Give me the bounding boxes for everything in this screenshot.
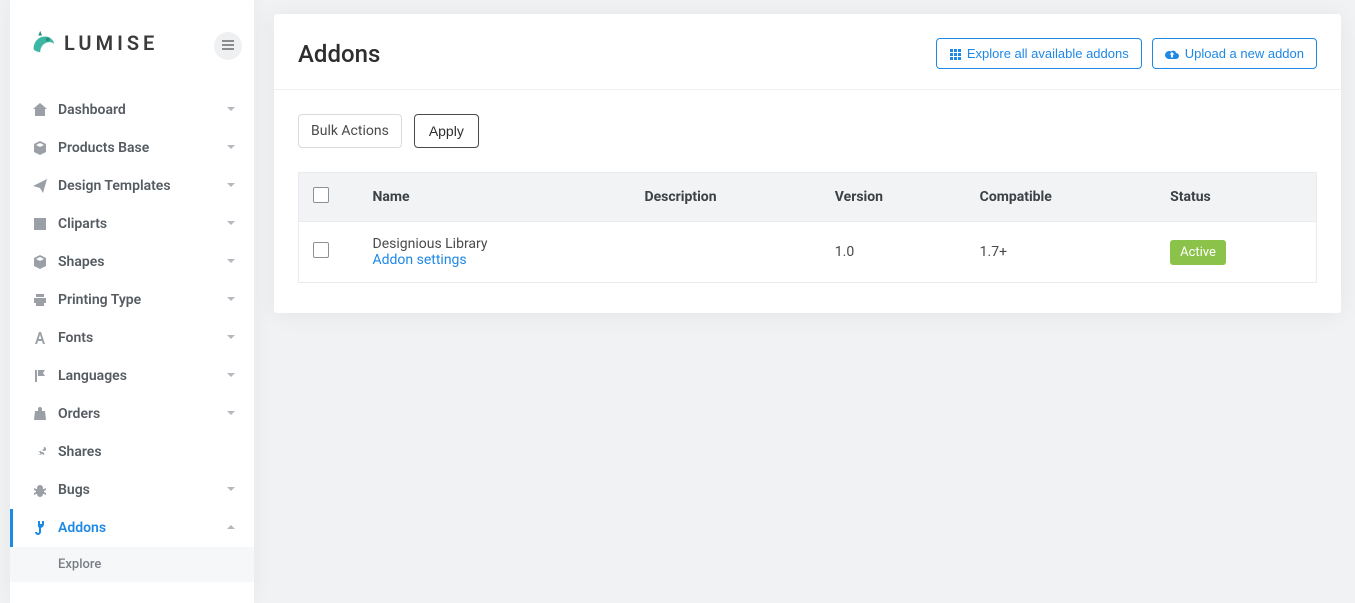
- chevron-down-icon: [226, 254, 236, 270]
- cell-description: [631, 222, 821, 283]
- addons-table: Name Description Version Compatible Stat…: [298, 172, 1317, 283]
- logo-text: LUMISE: [64, 31, 158, 55]
- explore-addons-button[interactable]: Explore all available addons: [936, 38, 1142, 69]
- bug-icon: [32, 482, 58, 498]
- sidebar-item-label: Shares: [58, 444, 236, 460]
- sidebar-item-cliparts[interactable]: Cliparts: [10, 205, 254, 243]
- addon-settings-link[interactable]: Addon settings: [373, 252, 617, 268]
- sidebar-item-products-base[interactable]: Products Base: [10, 129, 254, 167]
- select-all-checkbox[interactable]: [313, 187, 329, 203]
- paper-plane-icon: [32, 178, 58, 194]
- bag-icon: [32, 406, 58, 422]
- sidebar-subitem-explore[interactable]: Explore: [10, 547, 254, 582]
- sidebar-item-label: Cliparts: [58, 216, 226, 232]
- font-icon: [32, 330, 58, 346]
- bulk-actions-select[interactable]: Bulk Actions: [298, 114, 402, 148]
- sidebar-nav: Dashboard Products Base Design Templates…: [10, 85, 254, 582]
- select-label: Bulk Actions: [311, 123, 389, 139]
- menu-icon: [222, 38, 234, 54]
- chevron-down-icon: [226, 482, 236, 498]
- sidebar-item-label: Shapes: [58, 254, 226, 270]
- cell-compatible: 1.7+: [966, 222, 1156, 283]
- sidebar-item-orders[interactable]: Orders: [10, 395, 254, 433]
- chevron-down-icon: [226, 140, 236, 156]
- main-panel: Addons Explore all available addons Uplo…: [274, 14, 1341, 313]
- image-icon: [32, 216, 58, 232]
- upload-addon-button[interactable]: Upload a new addon: [1152, 38, 1317, 69]
- button-label: Upload a new addon: [1185, 46, 1304, 61]
- sidebar-subitem-label: Explore: [58, 557, 101, 572]
- bulk-toolbar: Bulk Actions Apply: [274, 90, 1341, 172]
- sidebar-item-languages[interactable]: Languages: [10, 357, 254, 395]
- sidebar-header: LUMISE: [10, 0, 254, 85]
- table-header-row: Name Description Version Compatible Stat…: [299, 173, 1317, 222]
- home-icon: [32, 102, 58, 118]
- chevron-down-icon: [226, 330, 236, 346]
- page-header: Addons Explore all available addons Uplo…: [274, 14, 1341, 90]
- cell-version: 1.0: [821, 222, 966, 283]
- chevron-down-icon: [226, 102, 236, 118]
- sidebar-item-label: Design Templates: [58, 178, 226, 194]
- sidebar-item-label: Dashboard: [58, 102, 226, 118]
- chevron-down-icon: [226, 292, 236, 308]
- sidebar-item-design-templates[interactable]: Design Templates: [10, 167, 254, 205]
- flag-icon: [32, 368, 58, 384]
- chevron-down-icon: [226, 406, 236, 422]
- addon-name: Designious Library: [373, 236, 617, 252]
- printer-icon: [32, 292, 58, 308]
- chevron-up-icon: [226, 520, 236, 536]
- status-badge: Active: [1170, 240, 1226, 265]
- row-checkbox-cell: [299, 222, 359, 283]
- cloud-upload-icon: [1165, 48, 1179, 60]
- header-status: Status: [1156, 173, 1316, 222]
- logo-icon: [28, 28, 58, 58]
- header-actions: Explore all available addons Upload a ne…: [936, 38, 1317, 69]
- sidebar-item-dashboard[interactable]: Dashboard: [10, 91, 254, 129]
- page-title: Addons: [298, 40, 936, 68]
- cube-icon: [32, 140, 58, 156]
- sidebar-item-label: Fonts: [58, 330, 226, 346]
- logo[interactable]: LUMISE: [28, 28, 158, 58]
- cell-name: Designious Library Addon settings: [359, 222, 631, 283]
- button-label: Explore all available addons: [967, 46, 1129, 61]
- apply-button[interactable]: Apply: [414, 114, 479, 148]
- header-checkbox-cell: [299, 173, 359, 222]
- sidebar: LUMISE Dashboard Products Base Design Te…: [10, 0, 254, 603]
- sidebar-item-fonts[interactable]: Fonts: [10, 319, 254, 357]
- sidebar-item-shares[interactable]: Shares: [10, 433, 254, 471]
- header-version: Version: [821, 173, 966, 222]
- chevron-down-icon: [226, 178, 236, 194]
- chevron-down-icon: [226, 216, 236, 232]
- sidebar-item-label: Languages: [58, 368, 226, 384]
- header-name: Name: [359, 173, 631, 222]
- sidebar-item-shapes[interactable]: Shapes: [10, 243, 254, 281]
- row-checkbox[interactable]: [313, 242, 329, 258]
- sidebar-item-label: Products Base: [58, 140, 226, 156]
- sidebar-item-label: Printing Type: [58, 292, 226, 308]
- sidebar-item-label: Orders: [58, 406, 226, 422]
- sidebar-item-label: Addons: [58, 520, 226, 536]
- cell-status: Active: [1156, 222, 1316, 283]
- sidebar-item-addons[interactable]: Addons: [10, 509, 254, 547]
- plug-icon: [32, 520, 58, 536]
- header-description: Description: [631, 173, 821, 222]
- cube-icon: [32, 254, 58, 270]
- sidebar-item-printing-type[interactable]: Printing Type: [10, 281, 254, 319]
- sidebar-item-bugs[interactable]: Bugs: [10, 471, 254, 509]
- sidebar-toggle[interactable]: [214, 32, 242, 60]
- chevron-down-icon: [226, 368, 236, 384]
- header-compatible: Compatible: [966, 173, 1156, 222]
- table-row: Designious Library Addon settings 1.0 1.…: [299, 222, 1317, 283]
- share-icon: [32, 444, 58, 460]
- grid-icon: [949, 48, 961, 60]
- sidebar-item-label: Bugs: [58, 482, 226, 498]
